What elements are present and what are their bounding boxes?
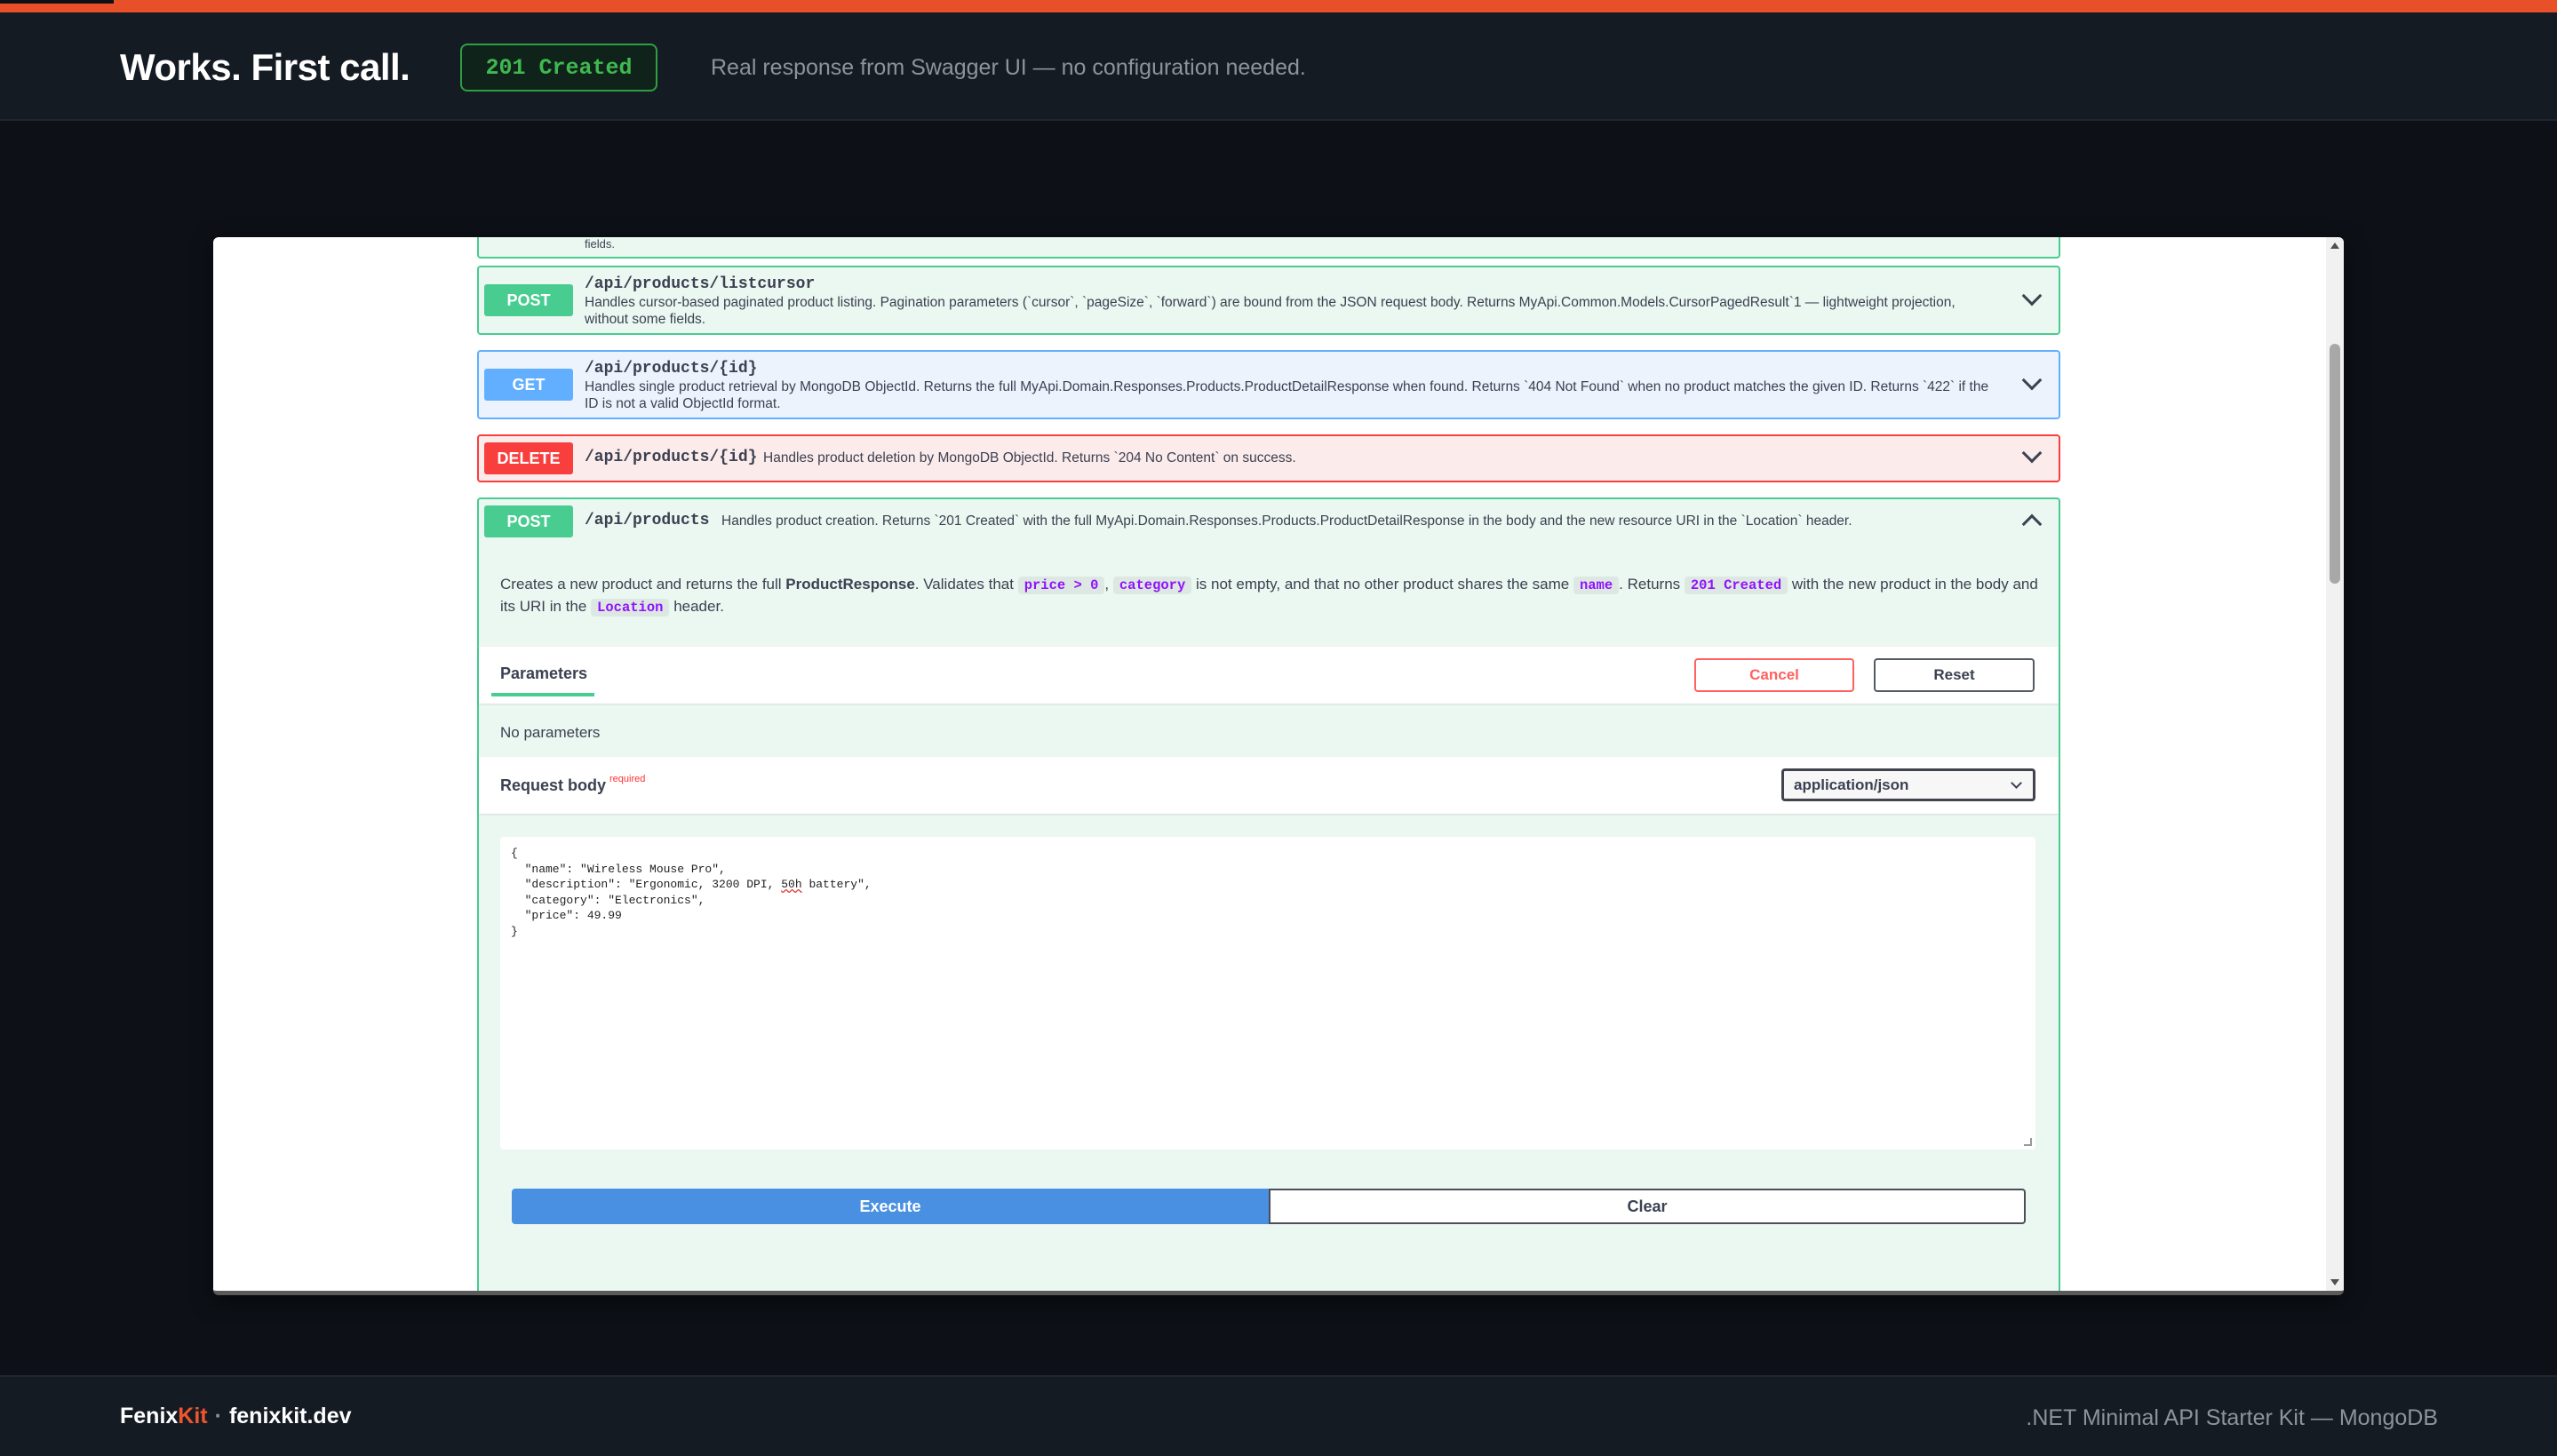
- op-summary: Handles cursor-based paginated product l…: [585, 295, 1956, 327]
- code-line: "name": "Wireless Mouse Pro",: [511, 862, 726, 876]
- desc-text: . Validates that: [914, 576, 1018, 593]
- scroll-up-icon[interactable]: [2330, 243, 2339, 249]
- chevron-down-icon[interactable]: [2021, 285, 2043, 306]
- content-type-value: application/json: [1794, 776, 1909, 793]
- content-type-select[interactable]: application/json: [1781, 768, 2035, 801]
- tab-active-indicator: [491, 693, 594, 696]
- page-title: Works. First call.: [120, 46, 410, 88]
- desc-text: is not empty, and that no other product …: [1191, 576, 1573, 593]
- opblock-get-product[interactable]: GET /api/products/{id} Handles single pr…: [477, 350, 2060, 419]
- opblock-post-listcursor[interactable]: POST /api/products/listcursor Handles cu…: [477, 266, 2060, 335]
- code-line: {: [511, 847, 518, 860]
- op-summary: Handles single product retrieval by Mong…: [585, 379, 1989, 411]
- required-marker: required: [609, 774, 646, 784]
- request-body-label: Request body required: [500, 774, 646, 795]
- desc-text: . Returns: [1619, 576, 1685, 593]
- no-parameters-text: No parameters: [500, 724, 601, 741]
- desc-code: 201 Created: [1684, 577, 1788, 594]
- page-footer: FenixKit · fenixkit.dev .NET Minimal API S…: [0, 1375, 2557, 1456]
- method-badge-get: GET: [484, 369, 573, 401]
- opblock-previous: fields.: [477, 237, 2060, 259]
- chevron-up-icon[interactable]: [2021, 513, 2043, 535]
- page-subtitle: Real response from Swagger UI — no confi…: [711, 55, 1306, 80]
- code-line: battery",: [801, 878, 872, 891]
- status-badge: 201 Created: [460, 44, 657, 91]
- op-summary: Handles product creation. Returns `201 C…: [721, 513, 1852, 529]
- scrollbar-thumb[interactable]: [2330, 344, 2340, 584]
- parameters-header: Parameters Cancel Reset: [479, 647, 2059, 704]
- page-header: Works. First call. 201 Created Real resp…: [0, 12, 2557, 121]
- desc-code: category: [1112, 577, 1192, 594]
- code-line: "description": "Ergonomic, 3200 DPI,: [511, 878, 782, 891]
- chevron-down-icon: [2011, 777, 2022, 789]
- desc-bold: ProductResponse: [785, 576, 915, 593]
- op-path[interactable]: /api/products/{id}: [585, 360, 757, 378]
- method-badge-post: POST: [484, 505, 573, 537]
- method-badge-post: POST: [484, 284, 573, 316]
- op-path[interactable]: /api/products/{id}: [585, 449, 757, 466]
- tab-parameters[interactable]: Parameters: [500, 664, 587, 683]
- resize-handle[interactable]: [2024, 1138, 2032, 1146]
- desc-text: Creates a new product and returns the fu…: [500, 576, 786, 593]
- execute-button[interactable]: Execute: [512, 1189, 1269, 1224]
- op-path[interactable]: /api/products/listcursor: [585, 275, 815, 293]
- brand: FenixKit · fenixkit.dev: [120, 1404, 352, 1429]
- code-line: }: [511, 924, 518, 938]
- truncated-summary: fields.: [585, 239, 615, 248]
- site-link[interactable]: fenixkit.dev: [229, 1404, 352, 1428]
- code-line: "price": 49.99: [511, 909, 622, 922]
- request-body-header: Request body required application/json: [479, 757, 2059, 814]
- reset-button[interactable]: Reset: [1874, 658, 2035, 692]
- desc-text: header.: [669, 598, 724, 615]
- spellcheck-word: 50h: [781, 878, 802, 891]
- tab-notch: [0, 0, 114, 4]
- desc-code: price > 0: [1017, 577, 1105, 594]
- footer-tagline: .NET Minimal API Starter Kit — MongoDB: [2026, 1405, 2438, 1430]
- swagger-window: fields. POST /api/products/listcursor Ha…: [213, 237, 2344, 1295]
- op-summary: Handles product deletion by MongoDB Obje…: [763, 450, 1296, 465]
- separator: ·: [214, 1404, 222, 1428]
- op-path[interactable]: /api/products: [585, 512, 709, 529]
- request-body-editor[interactable]: { "name": "Wireless Mouse Pro", "descrip…: [500, 837, 2035, 1150]
- opblock-post-products: POST /api/products Handles product creat…: [477, 497, 2060, 1291]
- chevron-down-icon[interactable]: [2021, 370, 2043, 391]
- clear-button[interactable]: Clear: [1269, 1189, 2026, 1224]
- brand-name: Fenix: [120, 1404, 179, 1428]
- brand-accent: Kit: [178, 1404, 208, 1428]
- top-accent-bar: [0, 0, 2557, 12]
- chevron-down-icon[interactable]: [2021, 442, 2043, 464]
- op-description: Creates a new product and returns the fu…: [500, 574, 2046, 618]
- request-body-title: Request body: [500, 776, 607, 794]
- method-badge-delete: DELETE: [484, 442, 573, 474]
- desc-code: Location: [591, 599, 670, 617]
- desc-code: name: [1573, 577, 1620, 594]
- opblock-delete-product[interactable]: DELETE /api/products/{id} Handles produc…: [477, 434, 2060, 482]
- cancel-button[interactable]: Cancel: [1694, 658, 1854, 692]
- code-line: "category": "Electronics",: [511, 893, 705, 907]
- scroll-down-icon[interactable]: [2330, 1279, 2339, 1285]
- desc-text: ,: [1104, 576, 1113, 593]
- scrollbar[interactable]: [2326, 237, 2344, 1291]
